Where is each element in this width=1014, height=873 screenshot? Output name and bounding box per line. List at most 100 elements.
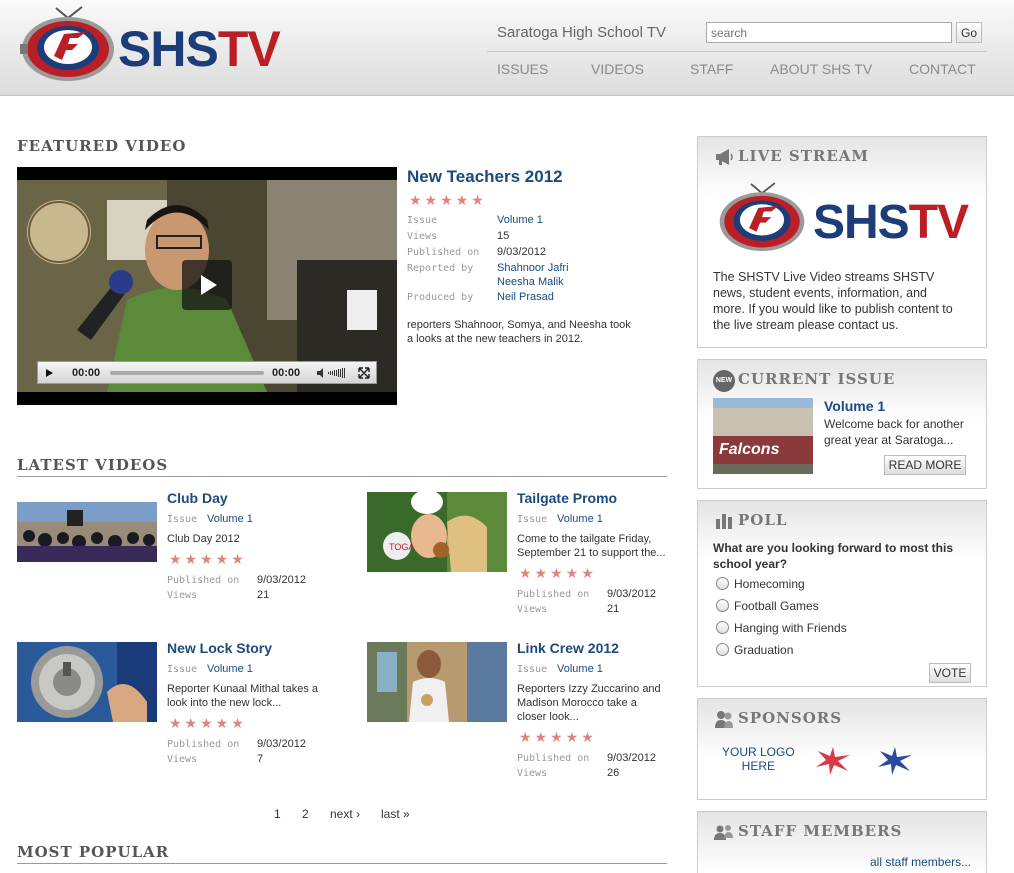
search-input[interactable] [706, 22, 952, 43]
issue-link[interactable]: Volume 1 [557, 513, 603, 525]
issue-link[interactable]: Volume 1 [497, 214, 543, 226]
current-issue-volume[interactable]: Volume 1 [824, 398, 885, 414]
published-value: 9/03/2012 [257, 738, 306, 750]
nav-about[interactable]: ABOUT SHS TV [770, 61, 872, 77]
current-issue-image-text: Falcons [719, 441, 780, 458]
current-issue-description: Welcome back for another great year at S… [824, 417, 964, 447]
video-thumbnail-club-day[interactable] [17, 502, 157, 562]
video-title-new-lock-story[interactable]: New Lock Story [167, 640, 272, 656]
falcon-logo-icon [719, 182, 805, 252]
published-label: Published on [167, 575, 240, 586]
read-more-button[interactable]: READ MORE [884, 455, 966, 475]
live-stream-title: LIVE STREAM [738, 147, 869, 165]
poll-option-label: Football Games [734, 599, 819, 613]
sponsor-logo-placeholder[interactable]: YOUR LOGO HERE [722, 745, 795, 773]
reporter-link[interactable]: Neesha Malik [497, 276, 564, 288]
seek-bar[interactable] [110, 371, 264, 375]
issue-label: Issue [167, 514, 198, 525]
handshake-icon [715, 711, 733, 728]
views-value: 21 [257, 589, 270, 601]
views-value: 15 [497, 230, 510, 242]
falcon-logo-icon[interactable] [18, 4, 118, 86]
tailgate-sign-text: TOGA [389, 542, 414, 552]
red-starburst-icon[interactable] [816, 747, 850, 775]
video-title-club-day[interactable]: Club Day [167, 490, 228, 506]
blue-starburst-icon[interactable] [878, 747, 912, 775]
issue-link[interactable]: Volume 1 [557, 663, 603, 675]
nav-staff[interactable]: STAFF [690, 61, 733, 77]
issue-label: Issue [167, 664, 198, 675]
rating-stars[interactable]: ★★★★★ [519, 565, 597, 582]
video-title-link-crew[interactable]: Link Crew 2012 [517, 640, 619, 656]
poll-question: What are you looking forward to most thi… [713, 541, 954, 571]
reporter-link[interactable]: Shahnoor Jafri [497, 262, 569, 274]
views-label: Views [517, 604, 548, 615]
rating-stars[interactable]: ★★★★★ [519, 729, 597, 746]
live-stream-logo-wordmark: SHSTV [813, 196, 969, 249]
search-go-button[interactable]: Go [956, 22, 982, 43]
poll-option-label: Homecoming [734, 577, 805, 591]
play-icon [201, 275, 217, 295]
video-controls[interactable]: 00:00 00:00 [37, 361, 377, 384]
latest-videos-heading: LATEST VIDEOS [17, 456, 169, 474]
video-thumbnail-tailgate-promo[interactable]: TOGA [367, 492, 507, 572]
sponsors-box: SPONSORS YOUR LOGO HERE [697, 698, 987, 800]
current-issue-title: CURRENT ISSUE [738, 370, 896, 388]
published-label: Published on [517, 589, 590, 600]
producer-link[interactable]: Neil Prasad [497, 291, 554, 303]
current-issue-image[interactable]: Falcons [713, 398, 813, 474]
pager-next[interactable]: next › [330, 807, 360, 821]
bar-chart-icon [716, 514, 732, 529]
video-thumbnail-new-lock-story[interactable] [17, 642, 157, 722]
nav-issues[interactable]: ISSUES [497, 61, 548, 77]
views-value: 26 [607, 767, 620, 779]
published-value: 9/03/2012 [497, 246, 546, 258]
poll-option-label: Hanging with Friends [734, 621, 847, 635]
views-label: Views [407, 231, 438, 242]
pager-page-1[interactable]: 1 [274, 807, 281, 821]
views-label: Views [517, 768, 548, 779]
time-current: 00:00 [72, 367, 101, 379]
rating-stars[interactable]: ★★★★★ [169, 551, 247, 568]
pager-page-2[interactable]: 2 [302, 807, 309, 821]
views-value: 21 [607, 603, 620, 615]
produced-label: Produced by [407, 292, 474, 303]
play-control-icon[interactable] [44, 368, 54, 378]
nav-videos[interactable]: VIDEOS [591, 61, 644, 77]
featured-video-title[interactable]: New Teachers 2012 [407, 167, 563, 187]
featured-rating-stars[interactable]: ★★★★★ [409, 192, 487, 209]
video-thumbnail-link-crew[interactable] [367, 642, 507, 722]
rating-stars[interactable]: ★★★★★ [169, 715, 247, 732]
views-value: 7 [257, 753, 264, 765]
live-stream-description: The SHSTV Live Video streams SHSTV news,… [713, 270, 953, 332]
most-popular-heading: MOST POPULAR [17, 843, 170, 861]
video-description: Reporters Izzy Zuccarino and Madison Moro… [517, 683, 661, 723]
issue-link[interactable]: Volume 1 [207, 663, 253, 675]
site-logo-wordmark[interactable]: SHSTV [118, 20, 281, 78]
play-overlay-button[interactable] [182, 260, 232, 310]
pager-last[interactable]: last » [381, 807, 410, 821]
all-staff-members-link[interactable]: all staff members... [870, 855, 971, 869]
section-rule [17, 863, 667, 864]
published-value: 9/03/2012 [607, 588, 656, 600]
reported-label: Reported by [407, 263, 474, 274]
poll-radio-homecoming[interactable] [716, 577, 729, 590]
video-title-tailgate-promo[interactable]: Tailgate Promo [517, 490, 617, 506]
published-value: 9/03/2012 [607, 752, 656, 764]
fullscreen-icon[interactable] [358, 367, 370, 379]
poll-title: POLL [738, 511, 788, 529]
vote-button[interactable]: VOTE [929, 663, 971, 683]
featured-description: reporters Shahnoor, Somya, and Neesha to… [407, 319, 631, 345]
issue-link[interactable]: Volume 1 [207, 513, 253, 525]
site-name: Saratoga High School TV [497, 24, 666, 41]
nav-contact[interactable]: CONTACT [909, 61, 976, 77]
poll-radio-football-games[interactable] [716, 599, 729, 612]
video-description: Come to the tailgate Friday, September 21… [517, 533, 666, 559]
volume-icon[interactable] [316, 367, 350, 379]
published-label: Published on [407, 247, 480, 258]
poll-radio-graduation[interactable] [716, 643, 729, 656]
nav-divider [487, 51, 987, 52]
poll-radio-hanging-with-friends[interactable] [716, 621, 729, 634]
issue-label: Issue [517, 664, 548, 675]
people-icon [714, 825, 733, 840]
